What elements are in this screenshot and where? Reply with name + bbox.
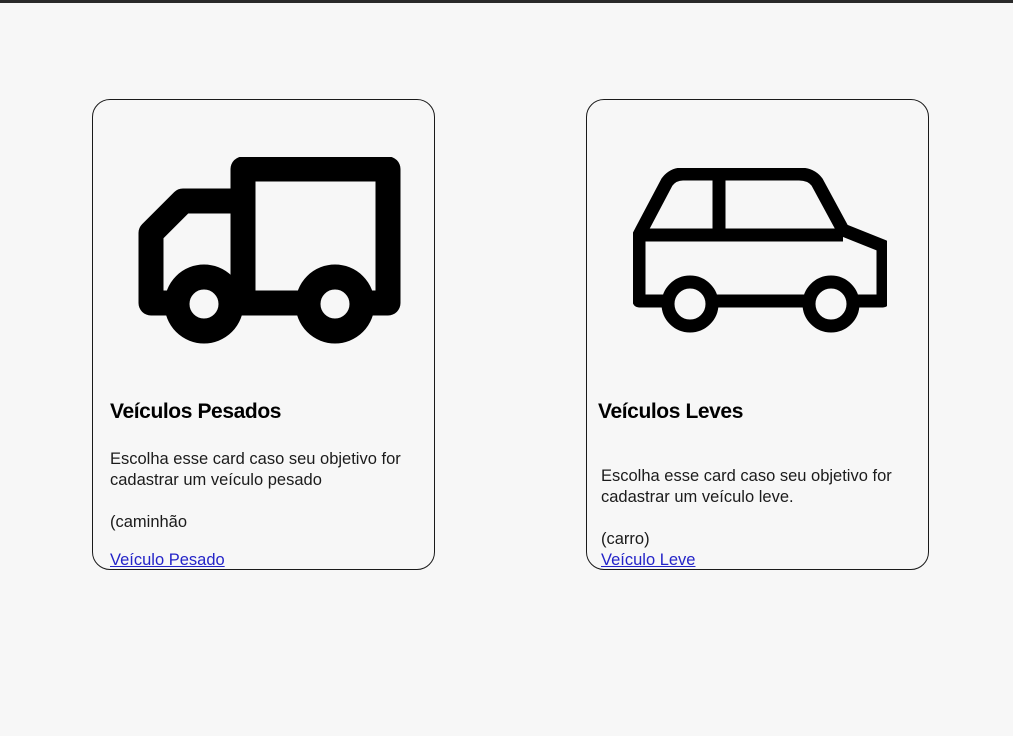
card-note: (carro) (601, 530, 650, 548)
truck-icon (138, 157, 401, 344)
card-note: (caminhão (110, 513, 188, 531)
card-description: Escolha esse card caso seu objetivo for … (110, 450, 401, 489)
light-vehicle-link[interactable]: Veículo Leve (601, 550, 696, 571)
card-title: Veículos Pesados (110, 400, 282, 423)
car-icon (633, 168, 887, 333)
card-title: Veículos Leves (598, 400, 743, 423)
card-description: Escolha esse card caso seu objetivo for … (601, 467, 892, 506)
heavy-vehicle-card[interactable]: Veículos Pesados Escolha esse card caso … (92, 99, 435, 570)
window-top-border (0, 0, 1013, 3)
light-vehicle-card[interactable]: Veículos Leves Escolha esse card caso se… (586, 99, 929, 570)
heavy-vehicle-link[interactable]: Veículo Pesado (110, 550, 225, 571)
